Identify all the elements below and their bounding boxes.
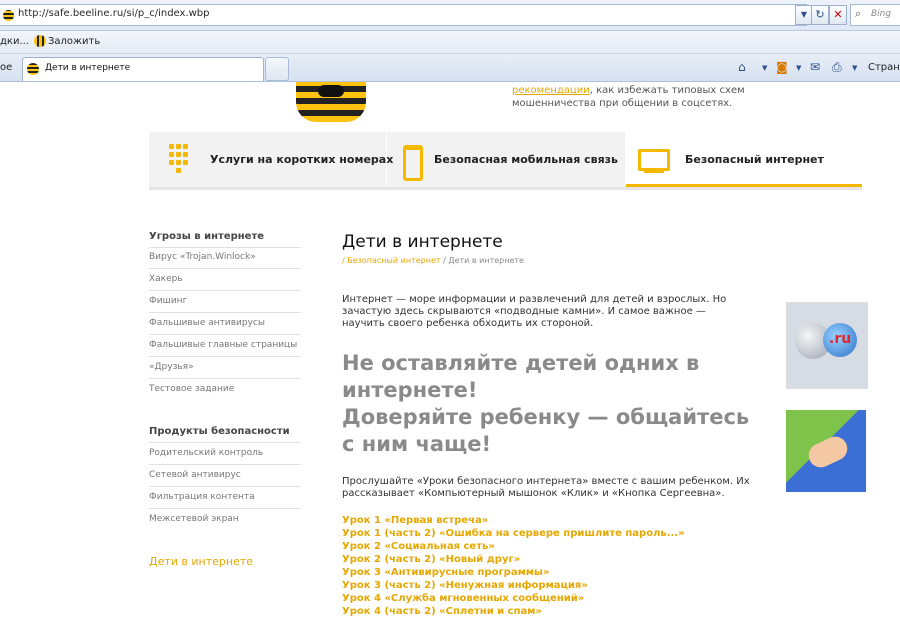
sidebar-item-current[interactable]: Дети в интернете (149, 555, 253, 568)
promo-link[interactable]: рекомендации (512, 85, 590, 96)
breadcrumb: / Безопасный интернет / Дети в интернете (342, 256, 524, 265)
lesson-link[interactable]: Урок 2 (часть 2) «Новый друг» (342, 554, 520, 565)
beeline-tab-icon (27, 63, 39, 75)
sidebar-item[interactable]: Фальшивые главные страницы (149, 335, 301, 357)
lesson-link[interactable]: Урок 4 (часть 2) «Сплетни и спам» (342, 606, 542, 617)
lesson-link[interactable]: Урок 1 «Первая встреча» (342, 515, 488, 526)
headline: Не оставляйте детей одних в интернете! Д… (342, 350, 762, 458)
bee-icon (34, 35, 46, 47)
page-title: Дети в интернете (342, 232, 503, 252)
monitor-icon (638, 149, 670, 171)
sidebar-heading-threats: Угрозы в интернете (149, 226, 301, 248)
tab-label: Дети в интернете (45, 63, 131, 73)
sidebar-item[interactable]: «Друзья» (149, 357, 301, 379)
sidebar-item[interactable]: Межсетевой экран (149, 509, 301, 530)
service-label: Безопасная мобильная связь (434, 153, 619, 166)
headline-line-1: Не оставляйте детей одних в интернете! (342, 351, 700, 402)
lesson-link[interactable]: Урок 2 «Социальная сеть» (342, 541, 495, 552)
url-field[interactable]: http://safe.beeline.ru/si/p_c/index.wbp (0, 4, 807, 26)
address-bar: http://safe.beeline.ru/si/p_c/index.wbp … (0, 0, 900, 31)
home-dropdown-icon[interactable]: ▼ (762, 64, 767, 72)
sidebar-item[interactable]: Родительский контроль (149, 443, 301, 465)
intro-text: Интернет — море информации и развлечений… (342, 294, 727, 329)
refresh-icon[interactable]: ↻ (811, 5, 829, 25)
sidebar-item[interactable]: Фильтрация контента (149, 487, 301, 509)
beeline-favicon-icon (3, 10, 14, 21)
phone-icon (403, 145, 423, 181)
breadcrumb-current: / Дети в интернете (440, 256, 524, 265)
service-label: Безопасный интернет (685, 153, 824, 166)
sidebar-item[interactable]: Хакерь (149, 269, 301, 291)
search-placeholder: Bing (871, 9, 892, 19)
lesson-link[interactable]: Урок 3 «Антивирусные программы» (342, 567, 549, 578)
home-icon[interactable]: ⌂ (738, 60, 746, 74)
mailru-logo: .ru (829, 331, 852, 347)
print-icon[interactable]: ⎙ (832, 60, 842, 75)
search-input[interactable]: ⌕ Bing (850, 4, 900, 26)
search-icon: ⌕ (855, 7, 862, 20)
service-label: Услуги на коротких номерах (210, 153, 394, 166)
favorites-item-truncated[interactable]: дки... (0, 36, 29, 47)
mailru-banner-image[interactable]: .ru (786, 302, 868, 389)
page-menu-button[interactable]: Страни (868, 62, 900, 73)
sidebar-item[interactable]: Фишинг (149, 291, 301, 313)
service-tab-mobile[interactable]: Безопасная мобильная связь (387, 132, 626, 187)
print-dropdown-icon[interactable]: ▼ (852, 64, 857, 72)
sidebar-item[interactable]: Сетевой антивирус (149, 465, 301, 487)
holding-hands-graphic (804, 432, 852, 472)
favorites-bar: дки... Заложить (0, 31, 900, 54)
sidebar-item[interactable]: Фальшивые антивирусы (149, 313, 301, 335)
sidebar-item[interactable]: Тестовое задание (149, 379, 301, 400)
rss-icon[interactable]: ◙ (776, 60, 788, 74)
monitor-stand (644, 170, 664, 173)
lessons-intro: Прослушайте «Уроки безопасного интернета… (342, 476, 750, 499)
tab-bar: ое Дети в интернете ⌂ ▼ ◙ ▼ ✉ ⎙ ▼ Страни (0, 54, 900, 82)
lesson-link[interactable]: Урок 3 (часть 2) «Ненужная информация» (342, 580, 588, 591)
tab-active[interactable]: Дети в интернете (22, 57, 264, 81)
keypad-icon (169, 144, 189, 174)
sidebar-item[interactable]: Вирус «Trojan.Winlock» (149, 247, 301, 269)
service-tab-short-numbers[interactable]: Услуги на коротких номерах (149, 132, 393, 187)
lesson-link[interactable]: Урок 4 «Служба мгновенных сообщений» (342, 593, 584, 604)
rss-dropdown-icon[interactable]: ▼ (796, 64, 801, 72)
sidebar-heading-products: Продукты безопасности (149, 421, 301, 443)
url-text: http://safe.beeline.ru/si/p_c/index.wbp (18, 8, 210, 19)
promo-text: рекомендации, как избежать типовых схем … (512, 84, 772, 110)
bee-mascot-glasses (318, 85, 344, 97)
favorites-item-bookmark[interactable]: Заложить (48, 36, 100, 47)
services-bar: Услуги на коротких номерах Безопасная мо… (149, 132, 862, 190)
service-tab-internet[interactable]: Безопасный интернет (626, 132, 862, 187)
stop-icon[interactable]: ✕ (829, 5, 847, 25)
headline-line-2: Доверяйте ребенку — общайтесь с ним чаще… (342, 405, 750, 456)
hands-banner-image[interactable] (786, 410, 866, 492)
mail-icon[interactable]: ✉ (810, 60, 820, 74)
breadcrumb-link[interactable]: / Безопасный интернет (342, 256, 441, 265)
lesson-link[interactable]: Урок 1 (часть 2) «Ошибка на сервере приш… (342, 528, 685, 539)
new-tab-button[interactable] (265, 57, 289, 81)
tab-previous[interactable]: ое (0, 62, 12, 73)
